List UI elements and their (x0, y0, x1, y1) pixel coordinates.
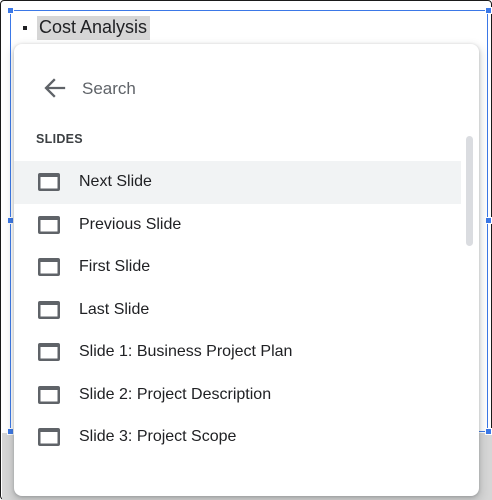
bullet-marker (23, 26, 27, 30)
list-item-label: Slide 2: Project Description (79, 385, 272, 403)
resize-handle-middle-left[interactable] (7, 217, 14, 224)
list-item-label: Slide 1: Business Project Plan (79, 343, 293, 361)
slide-icon (38, 428, 60, 447)
selected-link-text[interactable]: Cost Analysis (37, 16, 151, 40)
search-row (14, 68, 479, 108)
list-item[interactable]: Last Slide (14, 289, 461, 332)
scrollbar[interactable] (466, 136, 473, 246)
resize-handle-top-right[interactable] (485, 7, 492, 14)
list-item-label: Previous Slide (79, 215, 182, 233)
search-input[interactable] (82, 76, 442, 102)
resize-handle-bottom-right[interactable] (485, 428, 492, 435)
list-item[interactable]: Slide 2: Project Description (14, 374, 461, 417)
resize-handle-middle-right[interactable] (485, 217, 492, 224)
resize-handle-top-left[interactable] (7, 7, 14, 14)
list-item[interactable]: Slide 1: Business Project Plan (14, 331, 461, 374)
slide-icon (38, 215, 60, 234)
bullet-line[interactable]: Cost Analysis (23, 15, 151, 41)
list-item-label: Next Slide (79, 173, 152, 191)
list-item-label: Slide 3: Project Scope (79, 428, 237, 446)
slide-icon (38, 300, 60, 319)
list-item-label: Last Slide (79, 300, 150, 318)
list-item[interactable]: First Slide (14, 246, 461, 289)
link-dropdown: SLIDES Next Slide Previous Slide First Sli… (14, 44, 479, 496)
list-item-label: First Slide (79, 258, 151, 276)
slide-icon (38, 385, 60, 404)
slides-list: Next Slide Previous Slide First Slide Last … (14, 161, 461, 459)
list-item[interactable]: Slide 3: Project Scope (14, 416, 461, 459)
slides-section-header: SLIDES (36, 132, 83, 146)
slide-icon (38, 343, 60, 362)
arrow-left-icon[interactable] (42, 76, 68, 100)
window-frame: Cost Analysis SLIDES Next Slide Previous … (0, 0, 492, 500)
slide-icon (38, 173, 60, 192)
list-item[interactable]: Previous Slide (14, 204, 461, 247)
resize-handle-bottom-left[interactable] (7, 428, 14, 435)
list-item[interactable]: Next Slide (14, 161, 461, 204)
slide-icon (38, 258, 60, 277)
